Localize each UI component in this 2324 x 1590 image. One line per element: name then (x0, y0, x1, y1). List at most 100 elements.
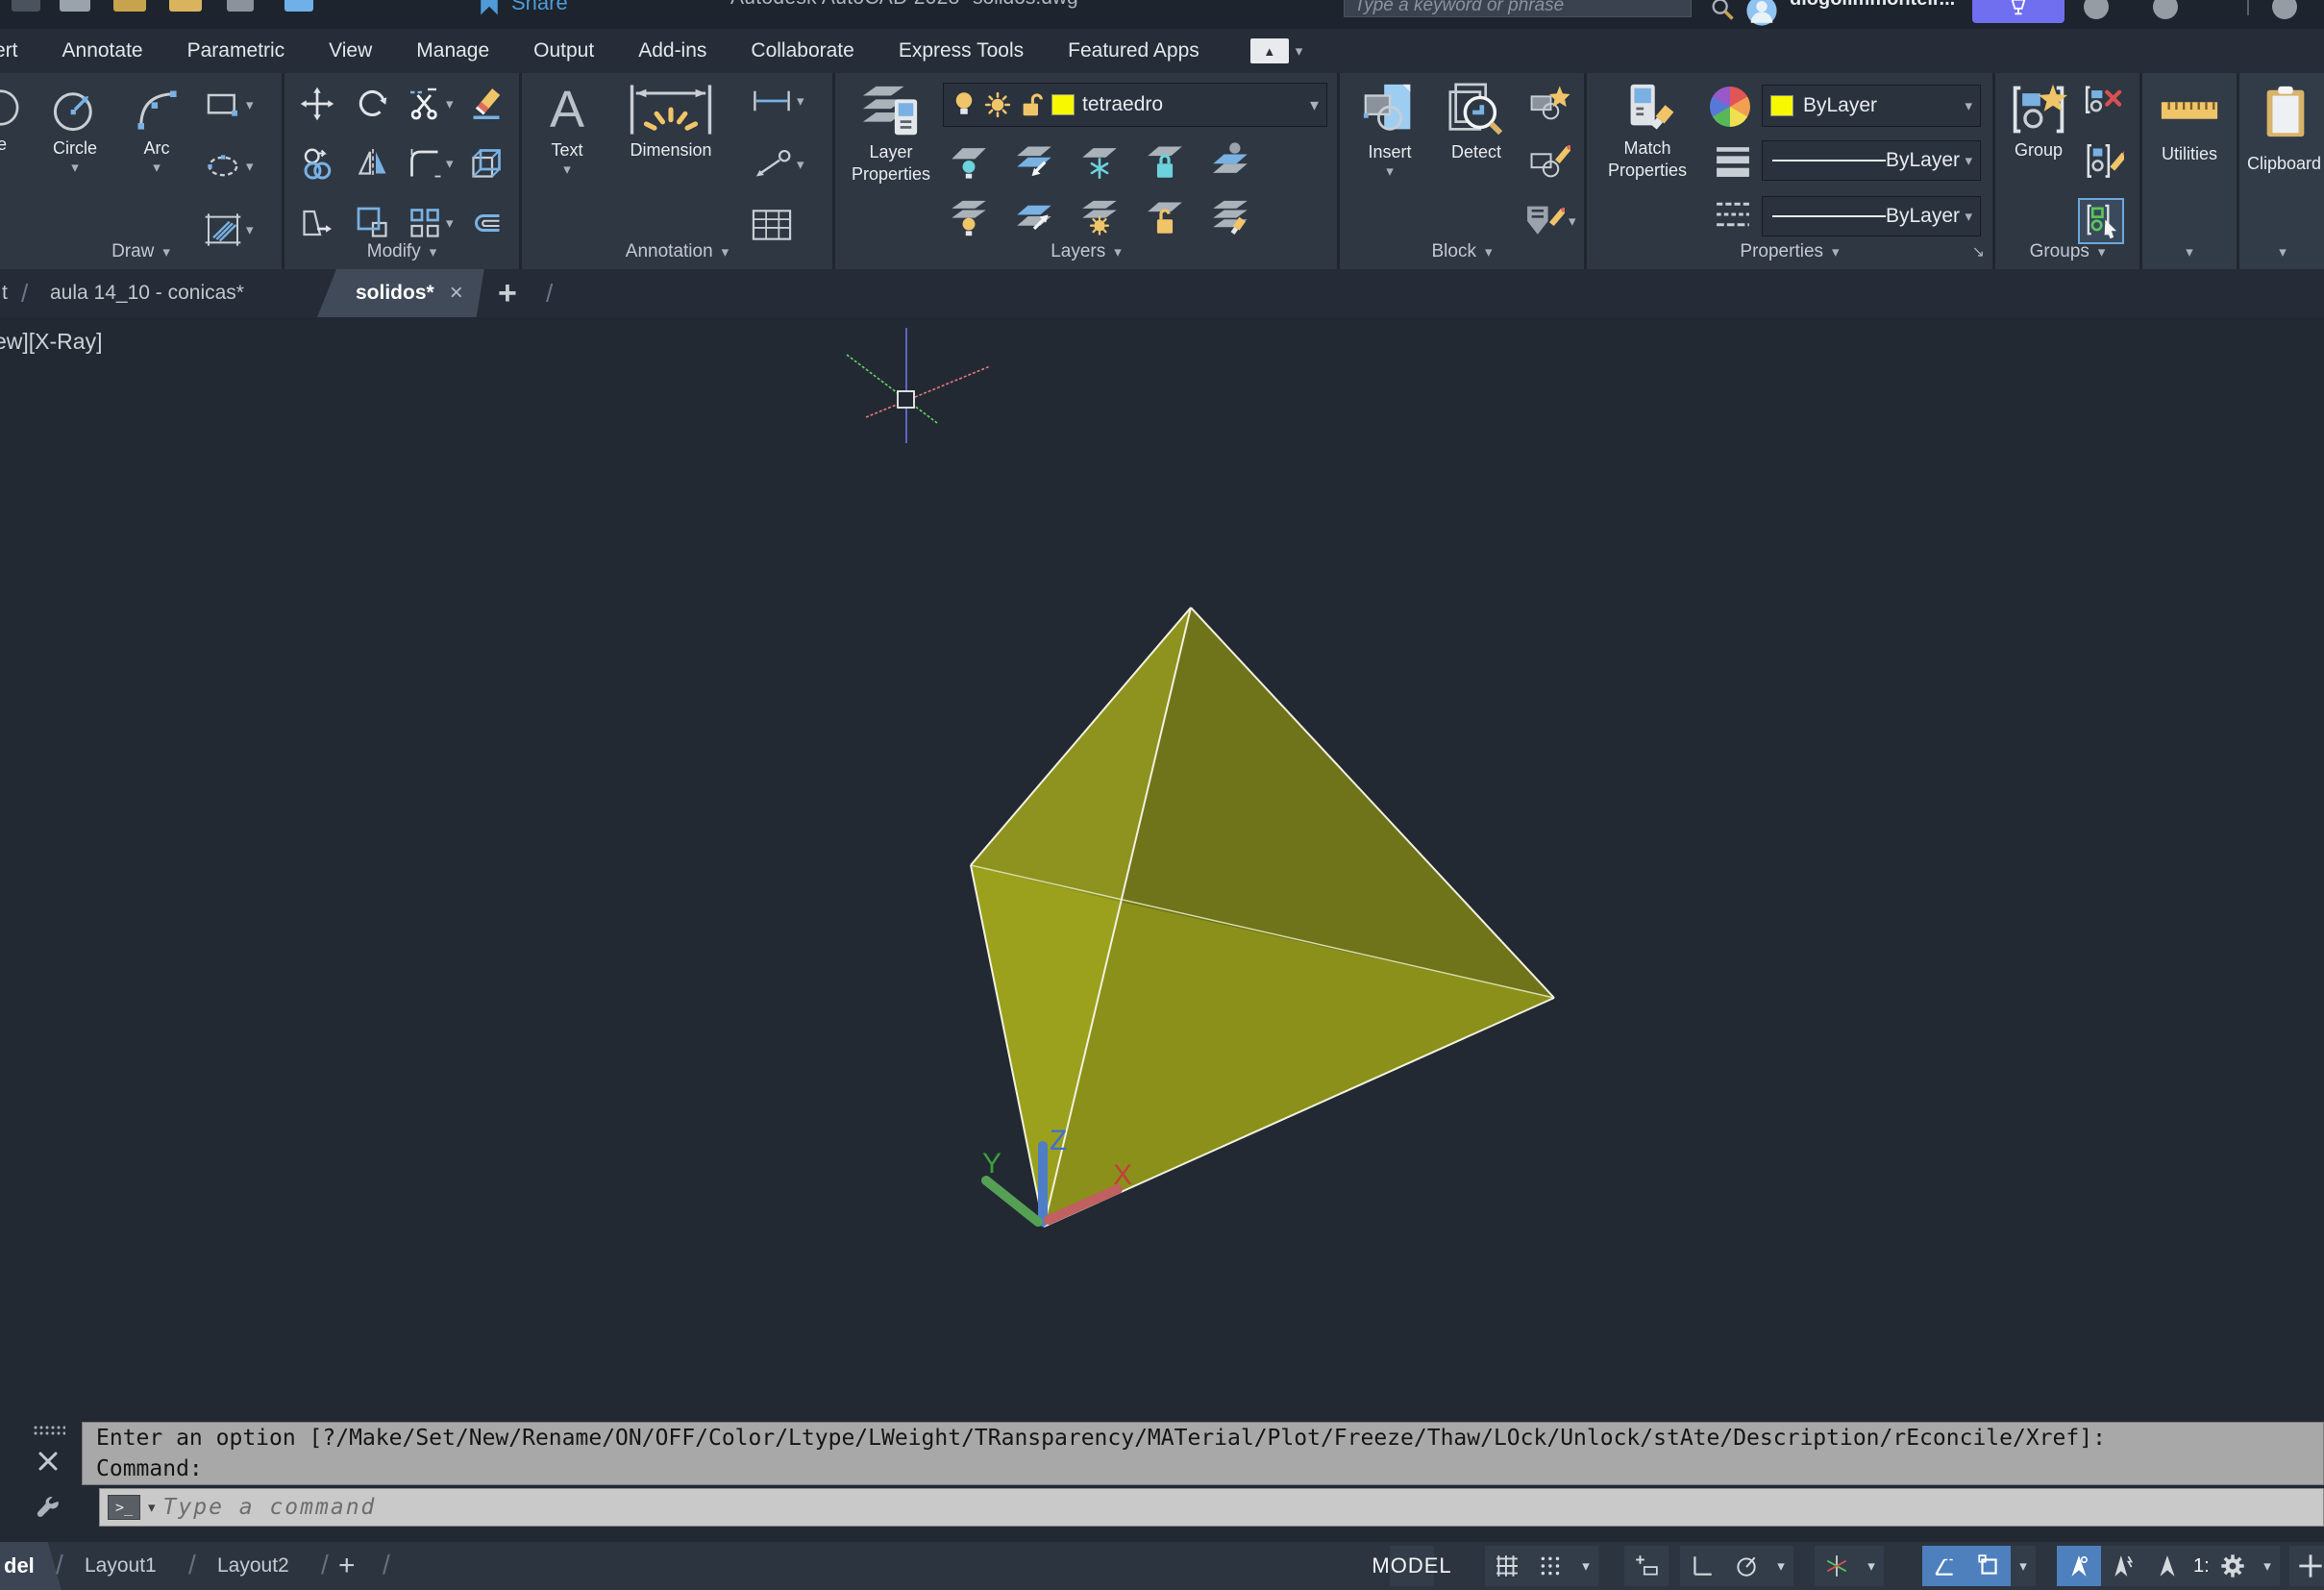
tab-insert-partial[interactable]: ert (0, 39, 40, 62)
command-history[interactable]: Enter an option [?/Make/Set/New/Rename/O… (82, 1422, 2324, 1485)
dynamic-input-button[interactable] (1624, 1546, 1669, 1586)
mirror-button[interactable] (356, 146, 390, 181)
layer-unisolate-button[interactable] (1014, 196, 1054, 236)
arc-button[interactable]: Arc ▾ (123, 83, 190, 175)
trim-button[interactable]: ▾ (408, 87, 454, 121)
edit-attributes-button[interactable]: ▾ (1522, 202, 1576, 240)
command-customize-icon[interactable] (35, 1496, 62, 1523)
layer-make-current-button[interactable] (1210, 140, 1250, 181)
match-properties-button[interactable]: Match Properties (1595, 81, 1700, 181)
layer-lock-button[interactable] (1145, 140, 1185, 181)
customization-button[interactable] (2211, 1546, 2255, 1586)
layer-select-dropdown[interactable]: tetraedro ▾ (943, 83, 1327, 127)
tab-featured-apps[interactable]: Featured Apps (1046, 39, 1222, 62)
panel-utilities[interactable]: Utilities ▾ (2142, 73, 2237, 269)
save-file-icon[interactable] (113, 0, 146, 12)
annotation-visibility-button[interactable] (2057, 1546, 2101, 1586)
search-input[interactable]: Type a keyword or phrase (1344, 0, 1692, 17)
clipboard-flyout[interactable]: Clipboard (2245, 85, 2324, 174)
osnap-tracking-button[interactable] (1922, 1546, 1966, 1586)
file-tab-conicas[interactable]: aula 14_10 - conicas* (50, 269, 244, 317)
new-file-icon[interactable] (12, 0, 40, 12)
osnap-caret[interactable]: ▾ (2011, 1546, 2036, 1586)
share-button[interactable]: Share (477, 0, 568, 17)
polar-tracking-button[interactable] (1724, 1546, 1768, 1586)
customization-caret[interactable]: ▾ (2255, 1546, 2280, 1586)
isodraft-button[interactable] (1815, 1546, 1859, 1586)
panel-label-layers[interactable]: Layers▾ (835, 239, 1337, 264)
notifications-icon[interactable] (2153, 0, 2178, 19)
layer-thaw-all-button[interactable] (1079, 196, 1120, 236)
fillet-button[interactable]: ▾ (408, 146, 454, 181)
snap-settings-caret[interactable]: ▾ (1573, 1546, 1598, 1586)
open-file-icon[interactable] (60, 0, 90, 12)
offset-button[interactable] (469, 206, 504, 240)
properties-dialog-launcher[interactable]: ↘ (1972, 242, 1985, 261)
subscription-badge[interactable] (1972, 0, 2064, 23)
plot-icon[interactable] (227, 0, 254, 12)
rotate-button[interactable] (356, 87, 390, 121)
circle-button[interactable]: Circle ▾ (38, 83, 111, 175)
file-tab-start-partial[interactable]: t (2, 269, 8, 317)
layout2-tab[interactable]: Layout2 (217, 1542, 289, 1590)
object-color-dropdown[interactable]: ByLayer ▾ (1762, 85, 1981, 127)
model-space-tab[interactable]: del (0, 1542, 62, 1590)
scale-button[interactable] (356, 206, 390, 240)
lineweight-dropdown[interactable]: ByLayer ▾ (1762, 140, 1981, 181)
layout1-tab[interactable]: Layout1 (85, 1542, 157, 1590)
model-space-canvas[interactable]: Z Y X (0, 317, 2324, 1590)
text-button[interactable]: A Text ▾ (535, 81, 599, 177)
explode-button[interactable] (469, 146, 504, 181)
layer-freeze-button[interactable] (1079, 140, 1120, 181)
panel-label-block[interactable]: Block▾ (1340, 239, 1584, 264)
group-selection-toggle[interactable] (2078, 198, 2124, 244)
cart-icon[interactable] (2084, 0, 2109, 19)
snap-mode-button[interactable] (1529, 1546, 1573, 1586)
osnap-button[interactable] (1966, 1546, 2011, 1586)
command-input[interactable]: >_ ▾ Type a command (99, 1488, 2324, 1527)
close-tab-icon[interactable]: × (450, 280, 463, 307)
undo-icon[interactable] (284, 0, 313, 12)
tab-express-tools[interactable]: Express Tools (877, 39, 1046, 62)
avatar-icon[interactable] (1745, 0, 1778, 27)
ellipse-button[interactable]: ▾ (204, 150, 254, 183)
dimension-button[interactable]: Dimension (610, 81, 731, 161)
table-button[interactable] (751, 208, 793, 242)
erase-button[interactable] (469, 87, 504, 121)
panel-label-groups[interactable]: Groups▾ (1995, 239, 2139, 264)
tab-annotate[interactable]: Annotate (40, 39, 165, 62)
panel-label-properties[interactable]: Properties▾ (1587, 239, 1992, 264)
search-icon[interactable] (1709, 0, 1736, 23)
tab-collaborate[interactable]: Collaborate (729, 39, 876, 62)
layer-on-all-button[interactable] (949, 196, 989, 236)
panel-label-utilities[interactable]: ▾ (2142, 239, 2237, 264)
panel-label-draw[interactable]: Draw▾ (0, 239, 282, 264)
layer-isolate-button[interactable] (1014, 140, 1054, 181)
insert-button[interactable]: Insert ▾ (1349, 81, 1430, 179)
new-drawing-tab-button[interactable]: + (498, 275, 517, 312)
polyline-button-partial[interactable]: ne (0, 83, 31, 155)
tab-manage[interactable]: Manage (394, 39, 511, 62)
ungroup-button[interactable] (2084, 83, 2124, 123)
tab-parametric[interactable]: Parametric (165, 39, 308, 62)
create-block-button[interactable] (1528, 85, 1570, 123)
layer-match-button[interactable] (1210, 196, 1250, 236)
chevron-down-icon[interactable]: ▾ (148, 1501, 156, 1515)
array-button[interactable]: ▾ (408, 206, 454, 240)
detect-button[interactable]: Detect (1440, 81, 1513, 162)
tab-output[interactable]: Output (511, 39, 616, 62)
layer-off-button[interactable] (949, 140, 989, 181)
layer-properties-button[interactable]: Layer Properties (845, 81, 937, 185)
stretch-button[interactable] (300, 206, 334, 240)
grid-display-button[interactable] (1485, 1546, 1529, 1586)
model-space-button[interactable]: MODEL (1390, 1546, 1434, 1586)
utilities-flyout[interactable]: Utilities (2142, 90, 2237, 164)
edit-block-button[interactable] (1528, 142, 1570, 181)
linetype-dropdown[interactable]: ByLayer ▾ (1762, 196, 1981, 236)
tab-view[interactable]: View (307, 39, 394, 62)
layer-unlock-button[interactable] (1145, 196, 1185, 236)
new-layout-button[interactable]: + (338, 1542, 356, 1590)
dimension-linear-button[interactable]: ▾ (751, 87, 804, 115)
rectangle-button[interactable]: ▾ (204, 88, 254, 121)
command-handle-icon[interactable] (33, 1425, 65, 1438)
